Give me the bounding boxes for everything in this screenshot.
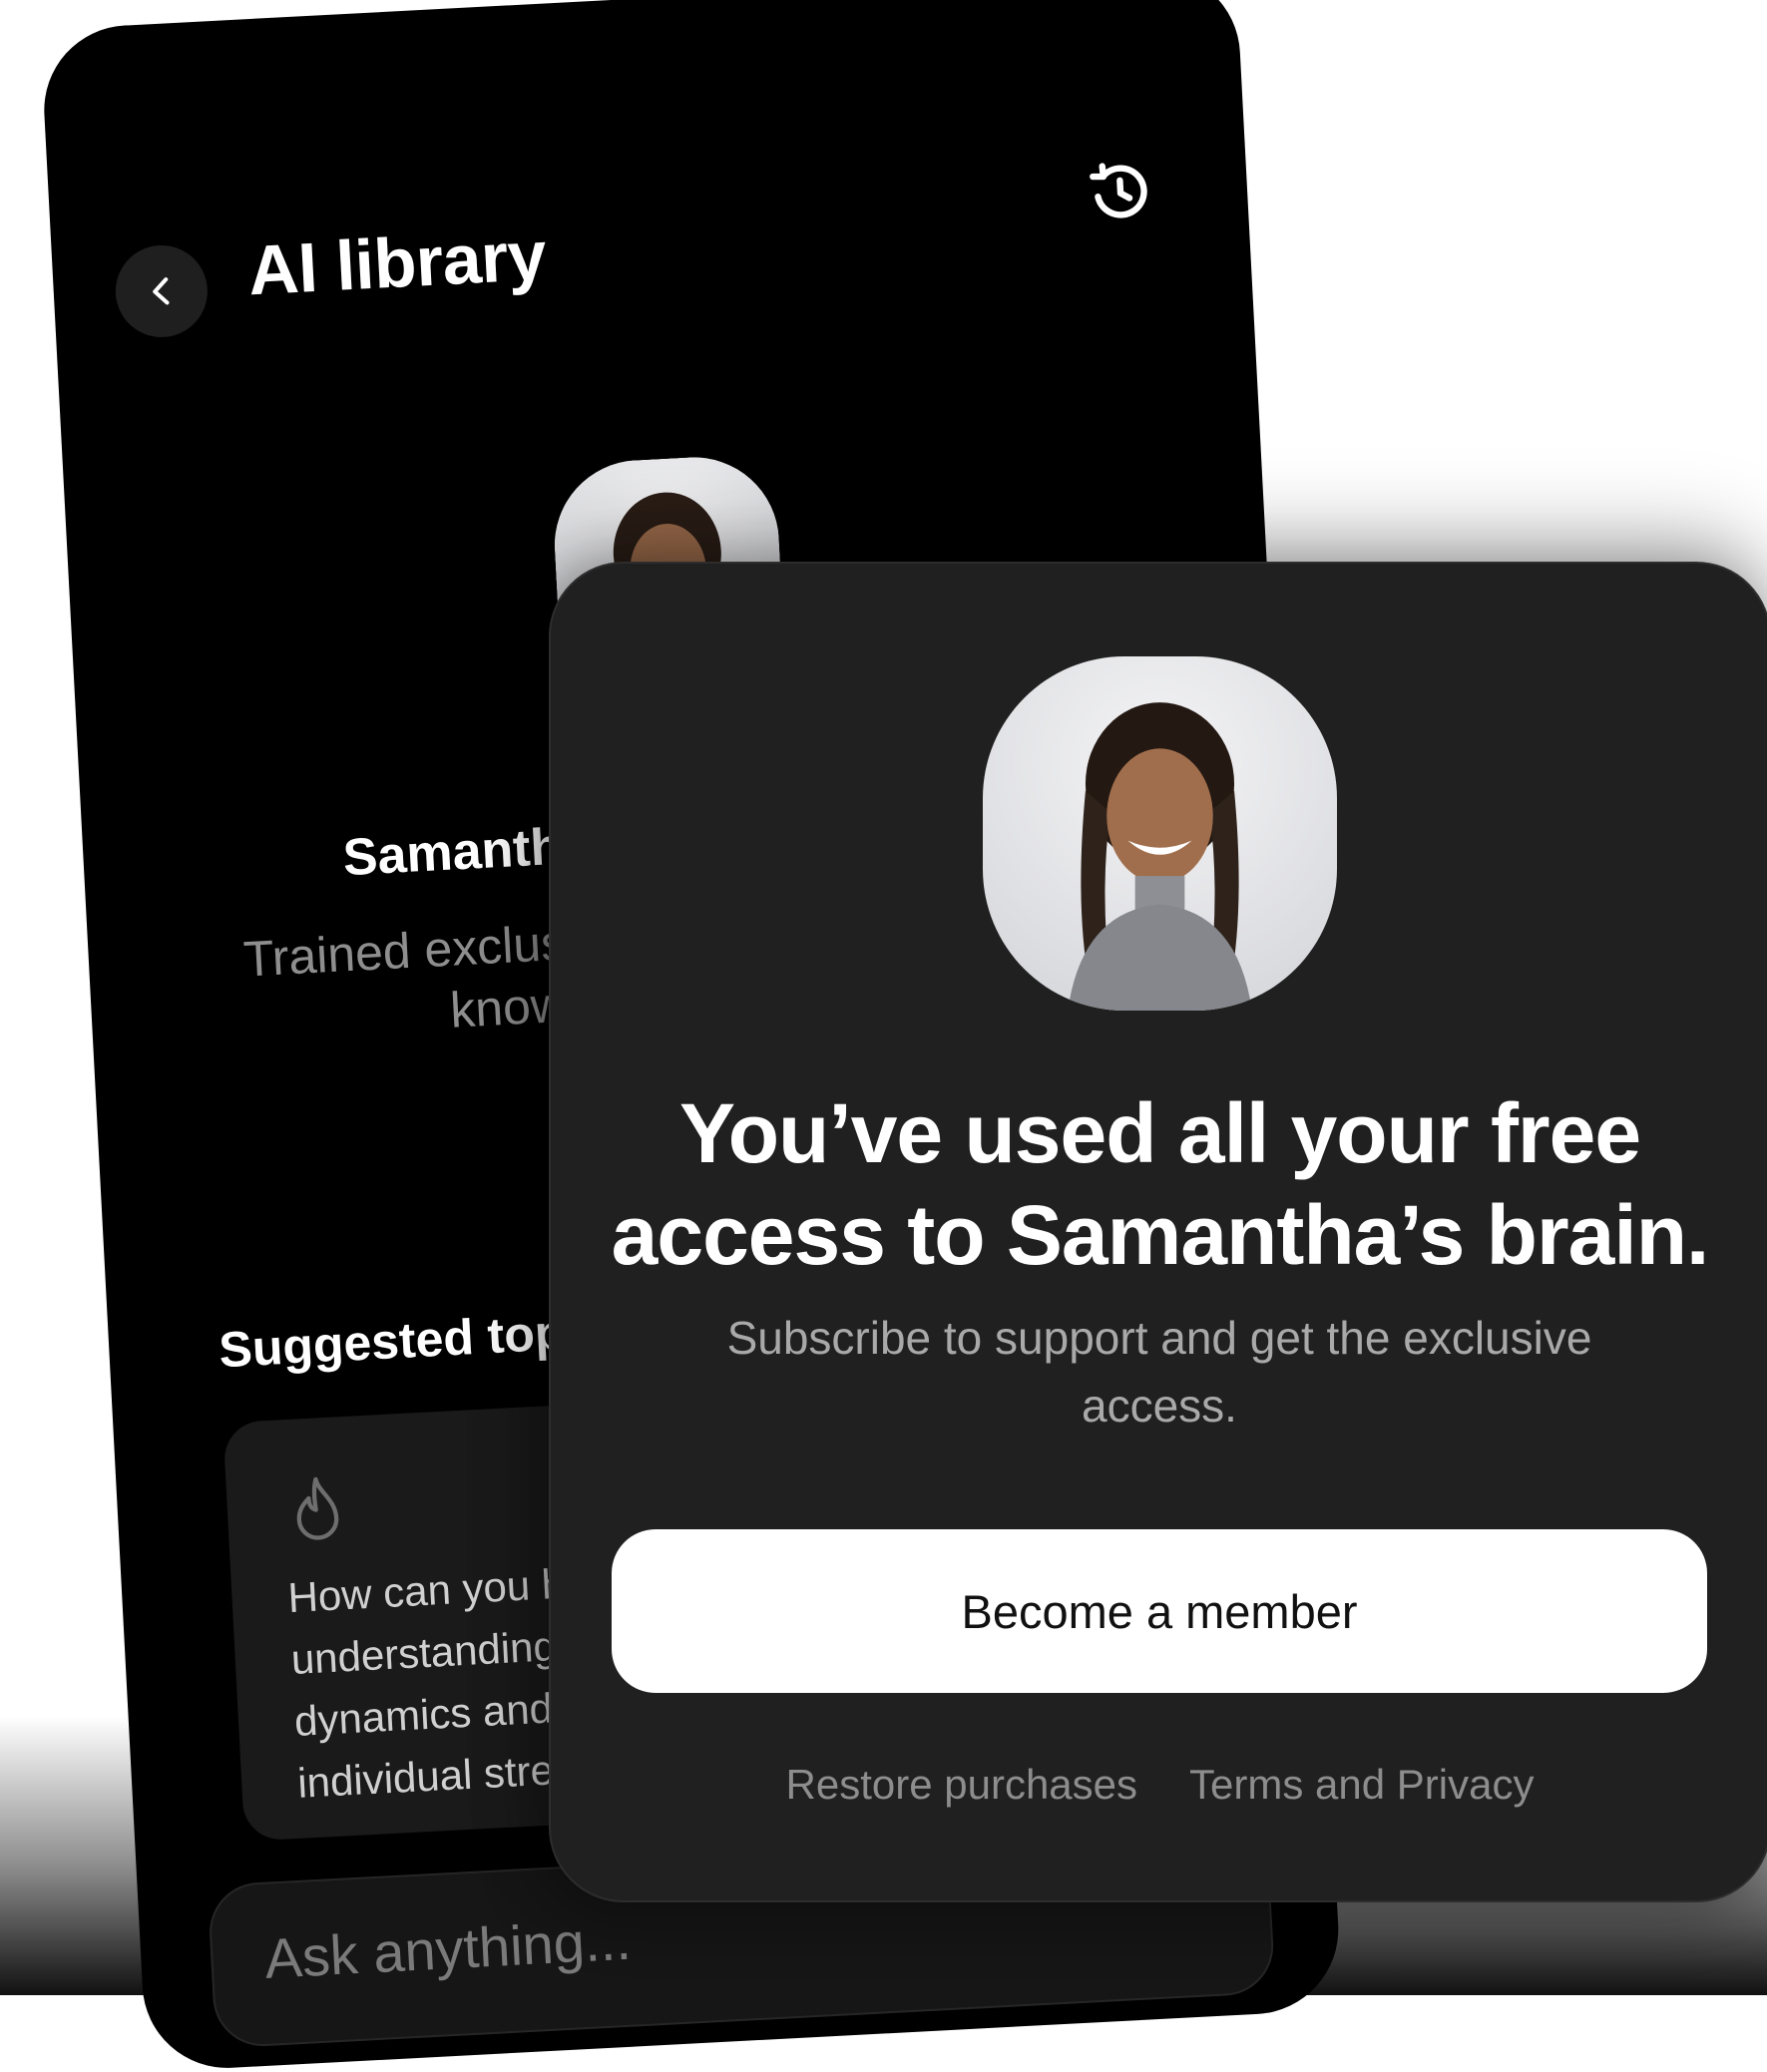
back-button[interactable] <box>113 242 211 340</box>
page-title: AI library <box>245 215 549 310</box>
paywall-modal: You’ve used all your free access to Sama… <box>549 562 1767 1902</box>
terms-privacy-link[interactable]: Terms and Privacy <box>1189 1761 1534 1809</box>
history-clock-icon <box>1090 163 1147 218</box>
flame-icon <box>296 1476 339 1540</box>
ask-input-placeholder: Ask anything... <box>262 1907 633 1990</box>
history-button[interactable] <box>1078 149 1163 234</box>
restore-purchases-link[interactable]: Restore purchases <box>786 1761 1138 1809</box>
modal-title-line-1: You’ve used all your free <box>678 1086 1641 1180</box>
modal-subtitle: Subscribe to support and get the exclusi… <box>726 1312 1592 1432</box>
chevron-left-icon <box>153 277 170 305</box>
modal-avatar <box>983 656 1337 1011</box>
footer-links: Restore purchases Terms and Privacy <box>551 1761 1767 1809</box>
become-member-button[interactable]: Become a member <box>612 1529 1707 1693</box>
modal-title-line-2: access to Samantha’s brain. <box>611 1188 1710 1282</box>
modal-title: You’ve used all your free access to Sama… <box>551 1082 1767 1286</box>
